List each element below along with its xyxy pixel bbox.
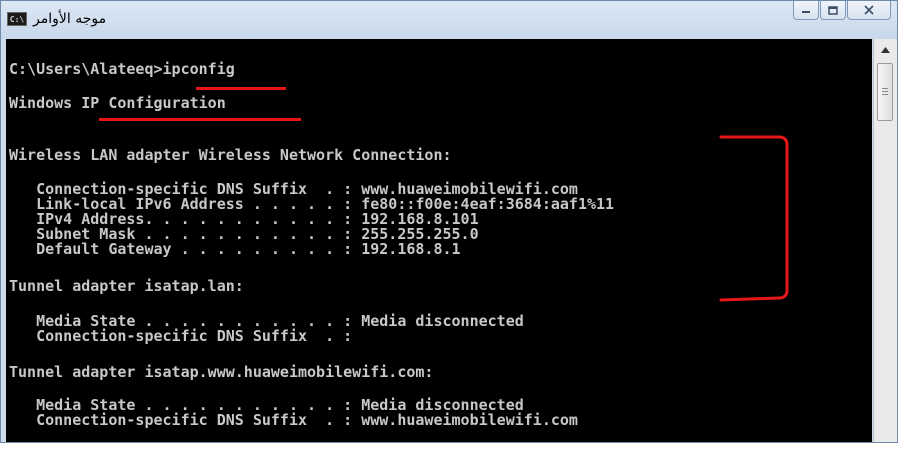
title-group: C:\ موجه الأوامر [7, 9, 106, 29]
minimize-button[interactable] [793, 1, 819, 20]
console-line-adapter-header: Tunnel adapter isatap.lan: [9, 277, 244, 295]
console-line-adapter-header: Tunnel adapter isatap.www.huaweimobilewi… [9, 363, 434, 381]
red-underline-annotation [196, 87, 286, 90]
caption-buttons [793, 1, 891, 20]
red-underline-annotation [99, 118, 301, 121]
console-output[interactable]: C:\Users\Alateeq>ipconfig Windows IP Con… [6, 39, 872, 442]
red-bracket-annotation [719, 135, 789, 302]
maximize-icon [828, 5, 838, 15]
console-line: Connection-specific DNS Suffix . : [9, 327, 353, 345]
console-line-prompt: C:\Users\Alateeq>ipconfig [9, 60, 235, 78]
grip-line [882, 88, 888, 89]
minimize-icon [802, 11, 810, 13]
title-bar[interactable]: C:\ موجه الأوامر [1, 1, 897, 39]
console-line: Default Gateway . . . . . . . . . : 192.… [9, 240, 461, 258]
cmd-window: C:\ موجه الأوامر C:\Users\Alateeq>ipconf… [0, 0, 898, 443]
scroll-up-button[interactable] [874, 41, 897, 58]
vertical-scrollbar[interactable] [873, 39, 897, 442]
scroll-thumb[interactable] [877, 63, 893, 121]
maximize-button[interactable] [820, 1, 846, 20]
cmd-icon-label: C:\ [9, 14, 25, 24]
window-title: موجه الأوامر [33, 11, 107, 27]
console-line-heading: Windows IP Configuration [9, 94, 226, 112]
console-line-adapter-header: Wireless LAN adapter Wireless Network Co… [9, 146, 452, 164]
close-icon [864, 5, 874, 15]
arrow-up-icon [881, 46, 890, 53]
close-button[interactable] [847, 1, 891, 20]
grip-line [882, 91, 888, 92]
grip-line [882, 94, 888, 95]
console-line: Connection-specific DNS Suffix . : www.h… [9, 411, 578, 429]
cmd-app-icon[interactable]: C:\ [7, 12, 27, 26]
